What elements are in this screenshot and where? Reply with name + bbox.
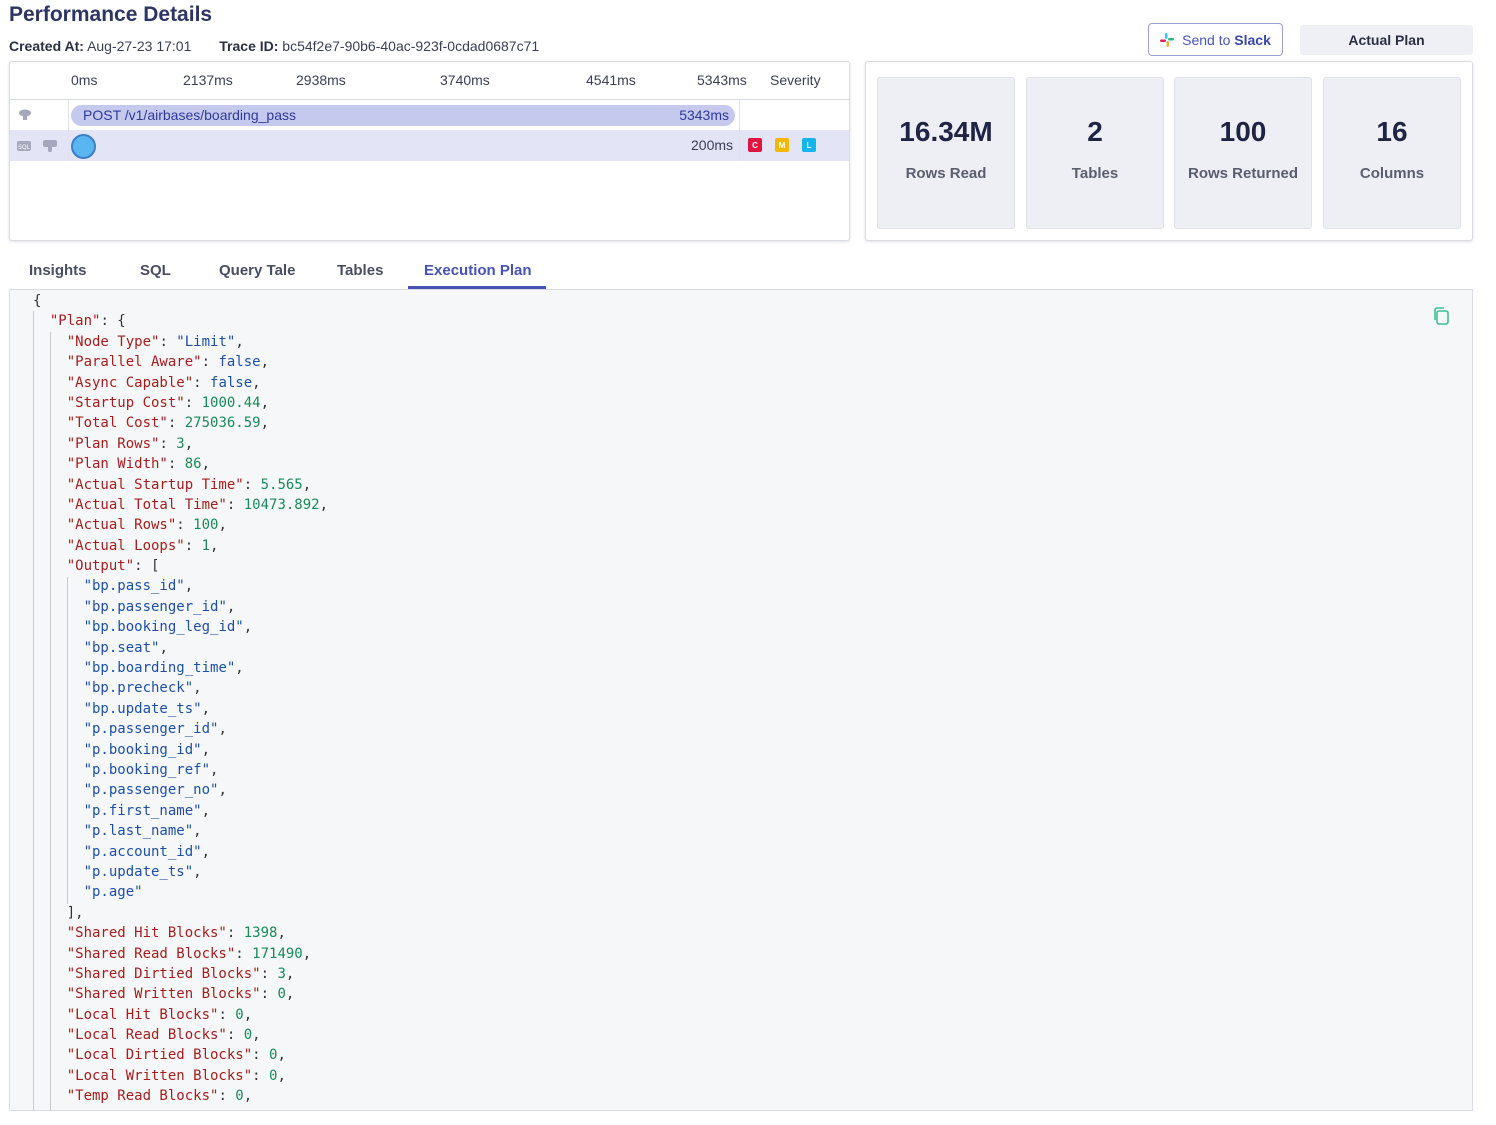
code-line-output-item: "bp.boarding_time", (83, 660, 244, 677)
code-line: ], (66, 904, 84, 921)
stat-label: Columns (1359, 165, 1425, 182)
code-line-field: "Shared Dirtied Blocks": 3, (66, 965, 295, 982)
code-line-output-item: "p.age" (83, 884, 143, 901)
timeline-tick: 3740ms (440, 72, 490, 88)
code-line-field: "Local Hit Blocks": 0, (66, 1006, 253, 1023)
code-line-output-item: "p.booking_ref", (83, 761, 219, 778)
api-icon (19, 109, 31, 120)
timeline-tick: 2938ms (296, 72, 346, 88)
query-span-marker[interactable] (71, 134, 96, 159)
query-stats-panel: 16.34M Rows Read 2 Tables 100 Rows Retur… (865, 61, 1473, 241)
code-line-field: "Shared Written Blocks": 0, (66, 986, 295, 1003)
code-line-output-item: "bp.update_ts", (83, 700, 211, 717)
code-line-output-item: "bp.booking_leg_id", (83, 619, 253, 636)
request-span-label: POST /v1/airbases/boarding_pass (83, 107, 296, 123)
query-row[interactable]: SQL 200ms C M L (10, 131, 849, 161)
code-line-field: "Node Type": "Limit", (66, 333, 244, 350)
page-title: Performance Details (9, 3, 213, 26)
stat-card-rows-read: 16.34M Rows Read (877, 77, 1015, 229)
code-line-field: "Actual Loops": 1, (66, 537, 219, 554)
trace-timeline: 0ms 2137ms 2938ms 3740ms 4541ms 5343ms S… (9, 61, 850, 241)
severity-critical-badge[interactable]: C (748, 138, 762, 152)
code-line-field: "Temp Read Blocks": 0, (66, 1088, 253, 1105)
active-tab-indicator (408, 286, 546, 289)
code-line: { (33, 293, 42, 309)
slack-button-label: Send to Slack (1182, 31, 1271, 48)
timeline-divider (68, 100, 69, 161)
tab-execution-plan[interactable]: Execution Plan (424, 262, 532, 279)
code-line-output-item: "p.passenger_id", (83, 721, 227, 738)
plan-code[interactable]: { "Plan": { "Node Type": "Limit", "Paral… (33, 291, 328, 1107)
timeline-divider (739, 100, 740, 161)
request-span-duration: 5343ms (679, 107, 729, 123)
copy-icon[interactable] (1432, 306, 1450, 326)
code-line-field: "Startup Cost": 1000.44, (66, 394, 270, 411)
code-line-field: "Actual Rows": 100, (66, 517, 227, 534)
stat-value: 16 (1376, 116, 1408, 147)
code-line-field: "Local Read Blocks": 0, (66, 1027, 261, 1044)
stat-card-tables: 2 Tables (1026, 77, 1164, 229)
code-line-field: "Total Cost": 275036.59, (66, 415, 270, 432)
stat-value: 2 (1087, 116, 1103, 147)
code-line-field: "Parallel Aware": false, (66, 354, 270, 371)
code-line-output: "Output": [ (66, 558, 160, 575)
stat-label: Tables (1071, 165, 1119, 182)
created-at-value: Aug-27-23 17:01 (87, 38, 192, 54)
code-line-field: "Plan Width": 86, (66, 456, 211, 473)
timeline-header: 0ms 2137ms 2938ms 3740ms 4541ms 5343ms S… (10, 62, 849, 100)
trace-id-value[interactable]: bc54f2e7-90b6-40ac-923f-0cdad0687c71 (282, 38, 539, 54)
trace-id-label: Trace ID: (219, 38, 279, 54)
request-row[interactable]: POST /v1/airbases/boarding_pass 5343ms (10, 100, 849, 131)
code-line-field: "Async Capable": false, (66, 374, 261, 391)
request-span-bar[interactable]: POST /v1/airbases/boarding_pass 5343ms (71, 105, 735, 126)
code-line-field: "Local Dirtied Blocks": 0, (66, 1047, 286, 1064)
code-line-output-item: "p.passenger_no", (83, 782, 227, 799)
sql-icon: SQL (17, 141, 31, 151)
severity-header: Severity (770, 72, 821, 88)
timeline-tick: 0ms (71, 72, 98, 88)
code-line-output-item: "p.update_ts", (83, 863, 202, 880)
code-line-output-item: "bp.precheck", (83, 680, 202, 697)
code-line-output-item: "p.first_name", (83, 802, 211, 819)
svg-text:SQL: SQL (18, 144, 31, 151)
stat-card-columns: 16 Columns (1323, 77, 1461, 229)
code-line-field: "Shared Read Blocks": 171490, (66, 945, 312, 962)
trace-meta: Created At: Aug-27-23 17:01 Trace ID: bc… (9, 38, 563, 54)
timeline-tick: 2137ms (183, 72, 233, 88)
slack-icon (1160, 32, 1175, 47)
code-line-output-item: "p.account_id", (83, 843, 211, 860)
code-line-field: "Plan Rows": 3, (66, 435, 194, 452)
code-line-output-item: "bp.pass_id", (83, 578, 194, 595)
code-line-field: "Actual Total Time": 10473.892, (66, 496, 329, 513)
severity-medium-badge[interactable]: M (775, 138, 789, 152)
code-line-field: "Actual Startup Time": 5.565, (66, 476, 312, 493)
code-line-output-item: "bp.seat", (83, 639, 168, 656)
query-span-duration: 200ms (691, 137, 734, 153)
execution-plan-json: { "Plan": { "Node Type": "Limit", "Paral… (9, 290, 1473, 1111)
timeline-tick: 4541ms (586, 72, 636, 88)
tab-insights[interactable]: Insights (29, 262, 87, 279)
tab-tables[interactable]: Tables (337, 262, 383, 279)
stat-label: Rows Returned (1187, 165, 1298, 182)
created-at-label: Created At: (9, 38, 84, 54)
stat-value: 16.34M (899, 116, 993, 147)
code-line-plan: "Plan": { (49, 313, 126, 330)
timeline-tick: 5343ms (697, 72, 747, 88)
code-line-field: "Shared Hit Blocks": 1398, (66, 925, 286, 942)
severity-low-badge[interactable]: L (802, 138, 816, 152)
thumbs-down-icon[interactable] (43, 140, 57, 152)
code-line-field: "Local Written Blocks": 0, (66, 1067, 286, 1084)
tab-query-tale[interactable]: Query Tale (219, 262, 295, 279)
stat-label: Rows Read (905, 165, 987, 182)
detail-tabs: Insights SQL Query Tale Tables Execution… (9, 256, 1473, 290)
tab-sql[interactable]: SQL (140, 262, 171, 279)
code-line-output-item: "bp.passenger_id", (83, 598, 236, 615)
code-line-output-item: "p.booking_id", (83, 741, 211, 758)
send-to-slack-button[interactable]: Send to Slack (1148, 23, 1283, 56)
stat-value: 100 (1219, 116, 1267, 147)
code-line-output-item: "p.last_name", (83, 823, 202, 840)
actual-plan-button[interactable]: Actual Plan (1300, 25, 1473, 55)
stat-card-rows-returned: 100 Rows Returned (1174, 77, 1312, 229)
